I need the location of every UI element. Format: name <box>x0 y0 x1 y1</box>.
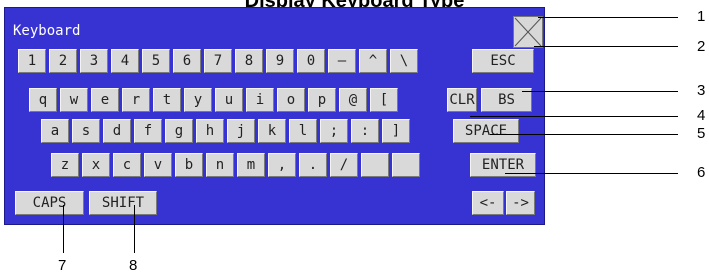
callout-num-4: 4 <box>697 107 706 124</box>
key[interactable]: l <box>289 119 317 143</box>
key[interactable]: f <box>134 119 162 143</box>
key[interactable]: 9 <box>266 49 294 73</box>
key[interactable]: b <box>175 153 203 177</box>
key[interactable] <box>361 153 389 177</box>
key[interactable]: ^ <box>359 49 387 73</box>
key[interactable]: a <box>41 119 69 143</box>
key[interactable]: x <box>82 153 110 177</box>
key[interactable]: -> <box>506 191 535 215</box>
key[interactable]: <- <box>472 191 504 215</box>
key[interactable]: j <box>227 119 255 143</box>
callout-line-5 <box>490 134 678 135</box>
key[interactable]: q <box>29 88 57 112</box>
key[interactable]: : <box>351 119 379 143</box>
key[interactable]: 2 <box>49 49 77 73</box>
key[interactable]: 4 <box>111 49 139 73</box>
close-button[interactable] <box>513 16 543 48</box>
key[interactable]: [ <box>370 88 398 112</box>
key[interactable]: , <box>268 153 296 177</box>
key[interactable]: z <box>51 153 79 177</box>
key[interactable]: i <box>246 88 274 112</box>
key[interactable]: / <box>330 153 358 177</box>
key[interactable]: 7 <box>204 49 232 73</box>
key[interactable]: v <box>144 153 172 177</box>
key[interactable]: 1 <box>18 49 46 73</box>
key[interactable]: 5 <box>142 49 170 73</box>
key[interactable]: y <box>184 88 212 112</box>
callout-num-1: 1 <box>697 8 706 25</box>
keyboard-window: Keyboard <box>4 7 545 225</box>
key[interactable]: ESC <box>472 49 534 73</box>
key[interactable]: s <box>72 119 100 143</box>
callout-num-8: 8 <box>129 257 138 274</box>
callout-num-6: 6 <box>697 164 706 181</box>
key[interactable]: CAPS <box>15 191 84 215</box>
callout-line-2 <box>534 46 678 47</box>
key[interactable]: 0 <box>297 49 325 73</box>
key[interactable]: 6 <box>173 49 201 73</box>
callout-line-1 <box>538 17 678 18</box>
callout-num-7: 7 <box>58 257 67 274</box>
key[interactable]: m <box>237 153 265 177</box>
key[interactable]: — <box>328 49 356 73</box>
key[interactable] <box>392 153 420 177</box>
key[interactable]: g <box>165 119 193 143</box>
key[interactable]: ] <box>382 119 410 143</box>
key[interactable]: 3 <box>80 49 108 73</box>
callout-line-6 <box>505 173 678 174</box>
callout-line-3 <box>522 91 678 92</box>
key[interactable]: @ <box>339 88 367 112</box>
key[interactable]: n <box>206 153 234 177</box>
callout-line-7 <box>63 205 64 253</box>
key[interactable]: k <box>258 119 286 143</box>
key[interactable]: o <box>277 88 305 112</box>
key[interactable]: SHIFT <box>89 191 157 215</box>
key[interactable]: u <box>215 88 243 112</box>
key[interactable]: . <box>299 153 327 177</box>
key[interactable]: CLR <box>447 88 477 112</box>
key[interactable]: SPACE <box>453 119 519 143</box>
callout-line-4 <box>470 116 678 117</box>
callout-num-5: 5 <box>697 125 706 142</box>
key[interactable]: e <box>91 88 119 112</box>
key[interactable]: h <box>196 119 224 143</box>
callout-num-2: 2 <box>697 38 706 55</box>
key[interactable]: \ <box>390 49 418 73</box>
close-icon <box>514 17 542 47</box>
key[interactable]: t <box>153 88 181 112</box>
window-title: Keyboard <box>13 23 81 39</box>
callout-line-8 <box>134 205 135 253</box>
key[interactable]: c <box>113 153 141 177</box>
key[interactable]: w <box>60 88 88 112</box>
key[interactable]: ; <box>320 119 348 143</box>
key[interactable]: d <box>103 119 131 143</box>
callout-num-3: 3 <box>697 82 706 99</box>
key[interactable]: p <box>308 88 336 112</box>
key[interactable]: 8 <box>235 49 263 73</box>
key[interactable]: r <box>122 88 150 112</box>
